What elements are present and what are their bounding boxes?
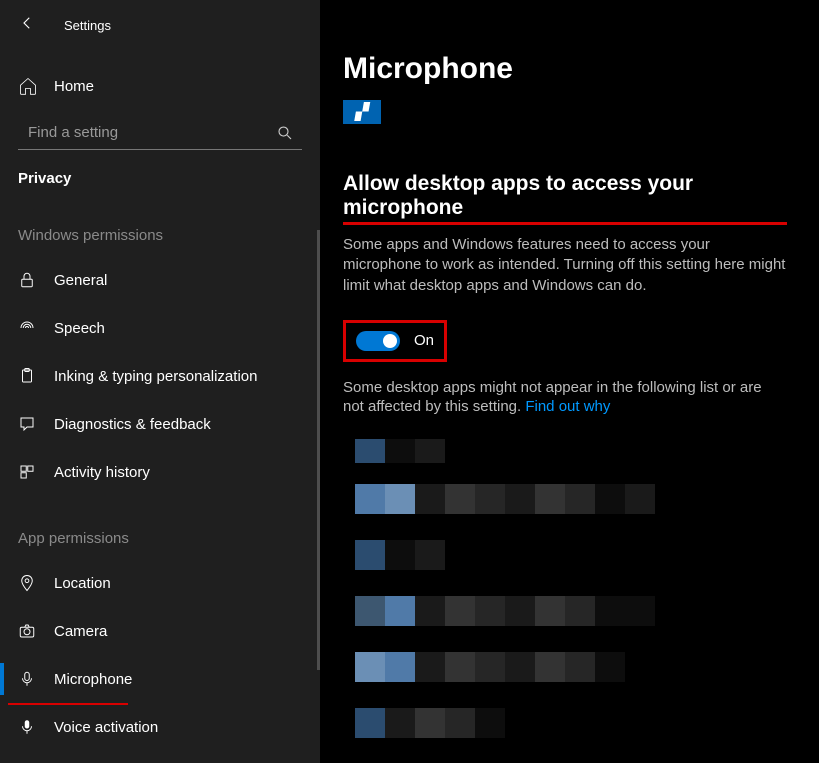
microphone-icon [18,669,38,689]
nav-voice-activation[interactable]: Voice activation [0,703,320,751]
group-app-permissions: App permissions [0,530,320,553]
app-row [355,583,787,639]
nav-location[interactable]: Location [0,559,320,607]
section-description: Some apps and Windows features need to a… [343,235,787,296]
section-heading: Allow desktop apps to access your microp… [343,172,787,225]
nav-label: Location [54,575,111,592]
feedback-icon [18,414,38,434]
nav-label: Inking & typing personalization [54,368,257,385]
nav-label: Microphone [54,671,132,688]
nav-label: Camera [54,623,107,640]
app-row [355,431,787,471]
clipboard-icon [18,366,38,386]
nav-label: Speech [54,320,105,337]
app-row [355,695,787,751]
desktop-apps-list [355,431,787,763]
toggle-state-label: On [414,332,434,349]
group-windows-permissions: Windows permissions [0,227,320,250]
find-out-why-link[interactable]: Find out why [525,398,610,415]
nav-label: Voice activation [54,719,158,736]
app-tile-icon: ▞ [343,100,381,124]
location-icon [18,573,38,593]
desktop-apps-toggle[interactable] [356,331,400,351]
page-title: Microphone [343,52,787,86]
nav-inking[interactable]: Inking & typing personalization [0,352,320,400]
nav-general[interactable]: General [0,256,320,304]
annotation-toggle-highlight: On [343,320,447,362]
window-title: Settings [64,18,111,33]
speech-icon [18,318,38,338]
app-row [355,751,787,763]
nav-microphone[interactable]: Microphone [0,655,320,703]
section-note: Some desktop apps might not appear in th… [343,378,773,417]
history-icon [18,462,38,482]
camera-icon [18,621,38,641]
nav-activity[interactable]: Activity history [0,448,320,496]
search-input[interactable] [18,116,302,150]
nav-camera[interactable]: Camera [0,607,320,655]
app-row [355,527,787,583]
app-row [355,639,787,695]
nav-label: Diagnostics & feedback [54,416,211,433]
home-label: Home [54,78,94,95]
home-icon [18,76,38,96]
current-category: Privacy [0,150,320,187]
voice-icon [18,717,38,737]
nav-label: Activity history [54,464,150,481]
sidebar: Settings Home Privacy Windows permission… [0,0,320,763]
lock-icon [18,270,38,290]
search-icon [276,124,294,142]
nav-label: General [54,272,107,289]
search-box[interactable] [18,116,302,150]
nav-speech[interactable]: Speech [0,304,320,352]
main-content: Microphone ▞ Allow desktop apps to acces… [320,0,819,763]
home-button[interactable]: Home [18,68,320,104]
nav-diagnostics[interactable]: Diagnostics & feedback [0,400,320,448]
back-icon[interactable] [18,14,38,37]
app-row [355,471,787,527]
